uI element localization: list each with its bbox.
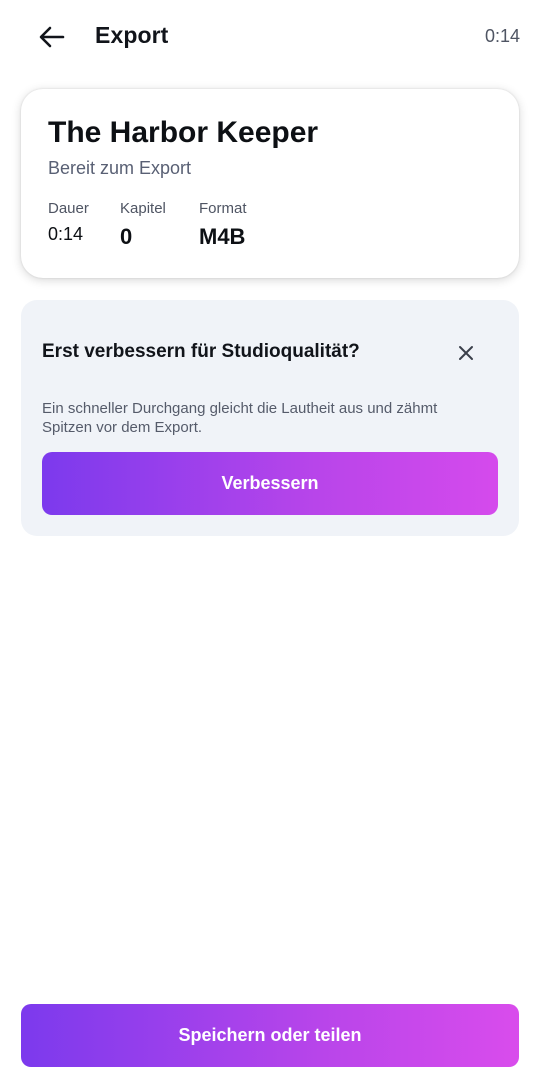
stat-format: Format M4B <box>199 200 247 250</box>
enhance-button[interactable]: Verbessern <box>42 452 498 515</box>
stat-value: 0:14 <box>48 224 84 244</box>
dismiss-button[interactable] <box>449 336 483 370</box>
export-status: Bereit zum Export <box>48 158 192 178</box>
app-header: Export 0:14 <box>0 0 540 74</box>
stat-chapters: Kapitel 0 <box>120 200 166 250</box>
stat-label: Dauer <box>48 200 89 217</box>
page-title: Export <box>95 22 169 48</box>
enhance-title: Erst verbessern für Studioqualität? <box>42 341 360 362</box>
duration-readout: 0:14 <box>484 26 520 46</box>
stat-value: M4B <box>199 224 246 249</box>
stat-label: Kapitel <box>120 200 166 217</box>
enhance-description: Ein schneller Durchgang gleicht die Laut… <box>42 400 438 436</box>
book-title: The Harbor Keeper <box>48 116 319 149</box>
book-summary-card: The Harbor Keeper Bereit zum Export Daue… <box>21 89 519 278</box>
enhance-prompt-card: Erst verbessern für Studioqualität? Ein … <box>21 300 519 536</box>
close-icon <box>459 346 473 360</box>
stat-duration: Dauer 0:14 <box>48 200 89 245</box>
back-button[interactable] <box>28 16 76 58</box>
stat-value: 0 <box>120 224 133 249</box>
stat-label: Format <box>199 200 247 217</box>
save-or-share-button[interactable]: Speichern oder teilen <box>21 1004 519 1067</box>
arrow-left-icon <box>39 26 65 48</box>
